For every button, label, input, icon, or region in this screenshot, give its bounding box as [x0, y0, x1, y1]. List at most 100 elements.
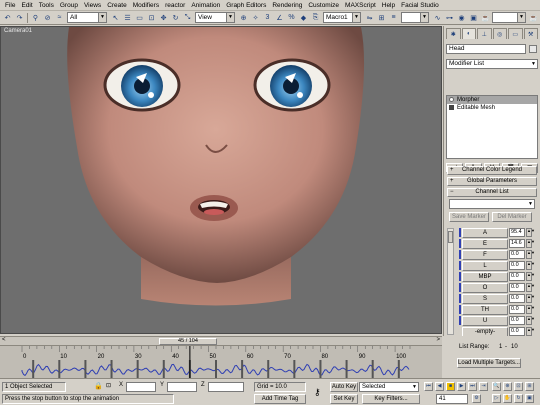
percent-snap-icon[interactable]: %	[286, 12, 297, 23]
hierarchy-tab-icon[interactable]: ⊥	[477, 28, 492, 39]
channel-value-field[interactable]: 0.0	[509, 316, 525, 325]
selection-filter-dropdown[interactable]: All ▼	[67, 12, 107, 23]
set-key-button[interactable]: Set Key	[330, 394, 358, 404]
channel-button[interactable]: S	[462, 294, 508, 304]
channel-spinner[interactable]: ▲▼	[526, 272, 535, 281]
stack-item-editable-mesh[interactable]: Editable Mesh	[447, 104, 537, 112]
stack-item-morpher[interactable]: Morpher	[447, 96, 537, 104]
channel-button[interactable]: U	[462, 316, 508, 326]
mirror-icon[interactable]: ⇋	[364, 12, 375, 23]
display-tab-icon[interactable]: ▭	[508, 28, 523, 39]
channel-value-field[interactable]: 0.0	[509, 305, 525, 314]
motion-tab-icon[interactable]: ◎	[492, 28, 507, 39]
menu-item[interactable]: Help	[379, 2, 398, 9]
zoom-icon[interactable]: 🔍	[492, 382, 501, 391]
channel-list-rollout[interactable]: − Channel List	[447, 188, 537, 197]
move-icon[interactable]: ✥	[158, 12, 169, 23]
channel-button[interactable]: E	[462, 239, 508, 249]
prev-frame-icon[interactable]: <	[2, 337, 6, 343]
menu-item[interactable]: Views	[81, 2, 104, 9]
list-range-to[interactable]: 10	[511, 344, 518, 350]
object-name-field[interactable]: Head	[446, 44, 526, 54]
select-by-name-icon[interactable]: ☰	[122, 12, 133, 23]
go-to-end-icon[interactable]: ⏭	[468, 382, 477, 391]
named-selection-dropdown[interactable]: Macro1 ▼	[323, 12, 361, 23]
rotate-icon[interactable]: ↻	[170, 12, 181, 23]
quick-render-icon[interactable]: ☕	[480, 12, 491, 23]
undo-icon[interactable]: ↶	[2, 12, 13, 23]
menu-item[interactable]: Facial Studio	[398, 2, 442, 9]
menu-item[interactable]: Modifiers	[130, 2, 162, 9]
channel-value-field[interactable]: 0.0	[509, 327, 525, 336]
select-object-icon[interactable]: ↖	[110, 12, 121, 23]
render-type-dropdown[interactable]: ▼	[492, 12, 526, 23]
key-filters-button[interactable]: Key Filters...	[362, 394, 420, 404]
channel-button[interactable]: L	[462, 261, 508, 271]
global-params-rollout[interactable]: + Global Parameters	[447, 177, 537, 186]
viewport-label[interactable]: Camera01	[4, 28, 32, 34]
schematic-view-icon[interactable]: ⊶	[444, 12, 455, 23]
angle-snap-icon[interactable]: ∠	[274, 12, 285, 23]
menu-item[interactable]: Tools	[36, 2, 57, 9]
zoom-extents-all-icon[interactable]: ⊞	[525, 382, 534, 391]
channel-value-field[interactable]: 0.0	[509, 272, 525, 281]
key-mode-toggle-icon[interactable]: ⇥	[479, 382, 488, 391]
edit-named-selections-icon[interactable]: ⎘	[310, 12, 321, 23]
channel-button[interactable]: MBP	[462, 272, 508, 282]
go-to-start-icon[interactable]: ⏮	[424, 382, 433, 391]
spinner-snap-icon[interactable]: ◆	[298, 12, 309, 23]
menu-item[interactable]: Customize	[305, 2, 342, 9]
menu-item[interactable]: Create	[104, 2, 130, 9]
channel-button[interactable]: A	[462, 228, 508, 238]
pan-icon[interactable]: ✋	[503, 394, 512, 403]
auto-key-button[interactable]: Auto Key	[330, 382, 358, 392]
menu-item[interactable]: Edit	[18, 2, 35, 9]
menu-item[interactable]: reactor	[162, 2, 188, 9]
redo-icon[interactable]: ↷	[14, 12, 25, 23]
channel-spinner[interactable]: ▲▼	[526, 228, 535, 237]
lightbulb-icon[interactable]	[449, 97, 454, 102]
lock-icon[interactable]: 🔒	[94, 382, 103, 390]
select-link-icon[interactable]: ⚲	[30, 12, 41, 23]
time-config-icon[interactable]: ⚙	[472, 394, 481, 403]
absolute-mode-icon[interactable]: ⊡	[106, 382, 111, 389]
maximize-viewport-icon[interactable]: ▣	[525, 394, 534, 403]
material-editor-icon[interactable]: ◉	[456, 12, 467, 23]
z-coord-field[interactable]	[208, 382, 244, 392]
utilities-tab-icon[interactable]: ⚒	[523, 28, 538, 39]
track-bar[interactable]: 0 10 20 30 40 50 60 70 80 90 100	[0, 345, 442, 378]
window-crossing-icon[interactable]: ⊡	[146, 12, 157, 23]
channel-spinner[interactable]: ▲▼	[526, 316, 535, 325]
channel-value-field[interactable]: 14.6	[509, 239, 525, 248]
create-tab-icon[interactable]: ✱	[446, 28, 461, 39]
bind-space-warp-icon[interactable]: ≈	[54, 12, 65, 23]
current-frame-field[interactable]: 41	[436, 394, 468, 404]
del-marker-button[interactable]: Del Marker	[492, 212, 532, 222]
next-frame-icon[interactable]: ▶	[457, 382, 466, 391]
modify-tab-icon[interactable]: ◐	[461, 28, 476, 39]
scale-icon[interactable]: ⤡	[182, 12, 193, 23]
stop-icon[interactable]: ■	[446, 382, 455, 391]
zoom-all-icon[interactable]: ⊕	[503, 382, 512, 391]
channel-value-field[interactable]: 0.0	[509, 294, 525, 303]
save-marker-button[interactable]: Save Marker	[449, 212, 489, 222]
x-coord-field[interactable]	[126, 382, 156, 392]
time-slider[interactable]: < 45 / 104 >	[0, 336, 442, 345]
time-slider-thumb[interactable]: 45 / 104	[159, 338, 217, 345]
menu-item[interactable]: Rendering	[269, 2, 305, 9]
manipulate-icon[interactable]: ✧	[250, 12, 261, 23]
render-scene-icon[interactable]: ▣	[468, 12, 479, 23]
channel-value-field[interactable]: 0.0	[509, 283, 525, 292]
next-frame-icon[interactable]: >	[436, 337, 440, 343]
marker-dropdown[interactable]: ▼	[449, 199, 535, 209]
reference-coord-dropdown[interactable]: View ▼	[195, 12, 235, 23]
key-mode-dropdown[interactable]: Selected ▼	[359, 382, 419, 392]
load-multiple-targets-button[interactable]: Load Multiple Targets...	[457, 358, 521, 368]
region-select-icon[interactable]: ▭	[134, 12, 145, 23]
snaps-toggle-icon[interactable]: 3	[262, 12, 273, 23]
menu-item[interactable]: Graph Editors	[223, 2, 269, 9]
channel-spinner[interactable]: ▲▼	[526, 239, 535, 248]
align-icon[interactable]: ⊞	[376, 12, 387, 23]
menu-item[interactable]: Group	[57, 2, 81, 9]
previous-frame-icon[interactable]: ◀	[435, 382, 444, 391]
